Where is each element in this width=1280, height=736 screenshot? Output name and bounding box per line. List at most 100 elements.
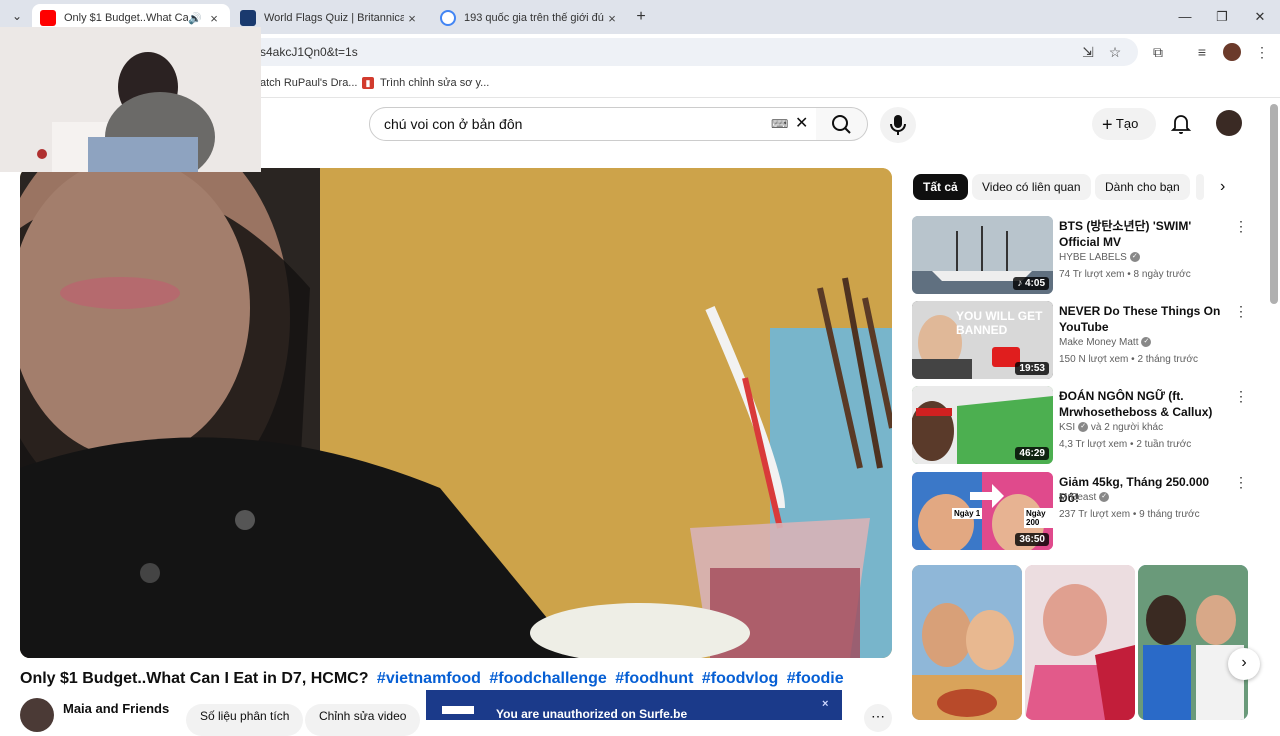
chip-related[interactable]: Video có liên quan [972,174,1091,200]
thumbnail-label: Ngày 1 [952,508,983,519]
plus-icon: + [1102,114,1113,135]
recommendation-item[interactable]: Ngày 1 Ngày 200 36:50 Giảm 45kg, Tháng 2… [912,472,1252,552]
recommendation-item[interactable]: YOU WILL GET BANNED 19:53 NEVER Do These… [912,301,1252,381]
toast-message: You are unauthorized on Surfe.be [496,707,688,721]
profile-avatar[interactable] [1223,43,1241,61]
search-button[interactable] [816,107,868,141]
thumbnail-label: Ngày 200 [1024,508,1053,528]
recommendation-channel[interactable]: MrBeast ✓ [1059,492,1110,503]
short-thumbnail[interactable] [1138,565,1248,720]
duration-badge: 19:53 [1015,362,1049,375]
verified-icon: ✓ [1099,492,1110,503]
recommendation-title[interactable]: ĐOÁN NGÔN NGỮ (ft. Mrwhosetheboss & Call… [1059,388,1229,420]
notifications-button[interactable] [1170,112,1192,134]
audio-icon[interactable]: 🔊 [188,12,202,25]
recommendation-title[interactable]: BTS (방탄소년단) 'SWIM' Official MV [1059,218,1229,250]
shorts-next-icon[interactable]: › [1228,648,1260,680]
media-control-icon[interactable]: ≡ [1192,42,1212,62]
search-input[interactable]: chú voi con ở bản đôn [369,107,817,141]
chip-more[interactable] [1196,174,1204,200]
recommendation-meta: 74 Tr lượt xem • 8 ngày trước [1059,269,1191,280]
minimize-icon[interactable]: — [1170,6,1200,28]
hashtag-link[interactable]: #vietnamfood [377,670,481,687]
chip-for-you[interactable]: Dành cho bạn [1095,174,1190,200]
more-actions-icon[interactable]: ⋯ [864,704,892,732]
bookmark-item[interactable]: atch RuPaul's Dra... [260,77,357,89]
chevron-right-icon[interactable]: › [1220,178,1225,196]
music-icon: ♪ [1017,278,1025,289]
bookmark-item[interactable]: ▮ Trình chỉnh sửa sơ y... [362,77,489,89]
verified-icon: ✓ [1078,422,1089,433]
close-window-icon[interactable]: ✕ [1245,6,1275,28]
video-thumbnail[interactable]: YOU WILL GET BANNED 19:53 [912,301,1053,379]
video-thumbnail[interactable]: Ngày 1 Ngày 200 36:50 [912,472,1053,550]
recommendation-item[interactable]: 46:29 ĐOÁN NGÔN NGỮ (ft. Mrwhosetheboss … [912,386,1252,466]
tab-search-chevron-icon[interactable]: ⌄ [8,9,26,27]
recommendation-channel[interactable]: HYBE LABELS ✓ [1059,252,1140,263]
create-label: Tạo [1115,116,1139,131]
channel-text: Make Money Matt [1059,337,1139,348]
video-thumbnail[interactable]: ♪ 4:05 [912,216,1053,294]
short-image [1138,565,1248,720]
hashtag-link[interactable]: #foodvlog [702,670,778,687]
recommendation-meta: 237 Tr lượt xem • 9 tháng trước [1059,509,1200,520]
channel-text: KSI [1059,422,1076,433]
recommendation-channel[interactable]: KSI ✓ và 2 người khác [1059,422,1163,433]
maximize-icon[interactable]: ❐ [1207,6,1237,28]
browser-menu-icon[interactable]: ⋮ [1252,42,1272,62]
channel-avatar[interactable] [20,698,54,732]
bookmark-star-icon[interactable]: ☆ [1105,42,1125,62]
more-options-icon[interactable]: ⋮ [1234,474,1248,491]
microphone-icon [890,115,906,135]
document-icon: ▮ [362,77,374,89]
clear-search-icon[interactable]: ✕ [795,113,808,133]
edit-video-button[interactable]: Chỉnh sửa video [305,704,421,736]
voice-search-button[interactable] [880,107,916,143]
more-options-icon[interactable]: ⋮ [1234,303,1248,320]
short-thumbnail[interactable] [1025,565,1135,720]
account-avatar[interactable] [1216,110,1242,136]
verified-icon: ✓ [1141,337,1152,348]
close-tab-icon[interactable]: × [206,11,222,26]
recommendation-item[interactable]: ♪ 4:05 BTS (방탄소년단) 'SWIM' Official MV HY… [912,216,1252,296]
extensions-icon[interactable]: ⧉ [1148,42,1168,62]
more-options-icon[interactable]: ⋮ [1234,218,1248,235]
duration-badge: ♪ 4:05 [1013,277,1049,290]
tab-google[interactable]: 193 quốc gia trên thế giới đúng × [432,4,628,32]
recommendation-title[interactable]: NEVER Do These Things On YouTube [1059,303,1229,335]
recommendation-meta: 150 N lượt xem • 2 tháng trước [1059,354,1198,365]
tab-title: World Flags Quiz | Britannica [264,12,404,24]
channel-suffix: và 2 người khác [1090,422,1164,433]
hashtag-link[interactable]: #foodchallenge [489,670,606,687]
short-thumbnail[interactable] [912,565,1022,720]
chip-all[interactable]: Tất cả [913,174,968,200]
surfe-toast: You are unauthorized on Surfe.be × [426,690,842,721]
video-title-text: Only $1 Budget..What Can I Eat in D7, HC… [20,670,369,687]
toast-close-icon[interactable]: × [822,698,828,710]
short-image [1025,565,1135,720]
video-thumbnail[interactable]: 46:29 [912,386,1053,464]
tab-britannica[interactable]: World Flags Quiz | Britannica × [232,4,428,32]
keyboard-icon[interactable]: ⌨ [771,117,788,131]
surfe-logo-icon [442,706,474,714]
hashtag-link[interactable]: #foodhunt [615,670,693,687]
close-tab-icon[interactable]: × [404,11,420,26]
install-app-icon[interactable]: ⇲ [1078,42,1098,62]
close-tab-icon[interactable]: × [604,11,620,26]
bookmark-label: atch RuPaul's Dra... [260,77,358,89]
recommendation-channel[interactable]: Make Money Matt ✓ [1059,337,1152,348]
bell-icon [1170,115,1192,134]
verified-icon: ✓ [1129,252,1140,263]
bookmark-label: Trình chỉnh sửa sơ y... [380,77,490,89]
video-player[interactable] [20,168,892,658]
channel-name[interactable]: Maia and Friends [63,701,169,716]
page-scrollbar[interactable] [1270,104,1278,304]
hashtag-link[interactable]: #foodie [787,670,844,687]
duration-text: 4:05 [1024,278,1045,289]
analytics-button[interactable]: Số liệu phân tích [186,704,304,736]
address-bar[interactable]: s4akcJ1Qn0&t=1s [248,38,1138,66]
more-options-icon[interactable]: ⋮ [1234,388,1248,405]
new-tab-button[interactable]: + [632,8,650,26]
create-button[interactable]: + Tạo [1092,108,1156,140]
short-image [912,565,1022,720]
